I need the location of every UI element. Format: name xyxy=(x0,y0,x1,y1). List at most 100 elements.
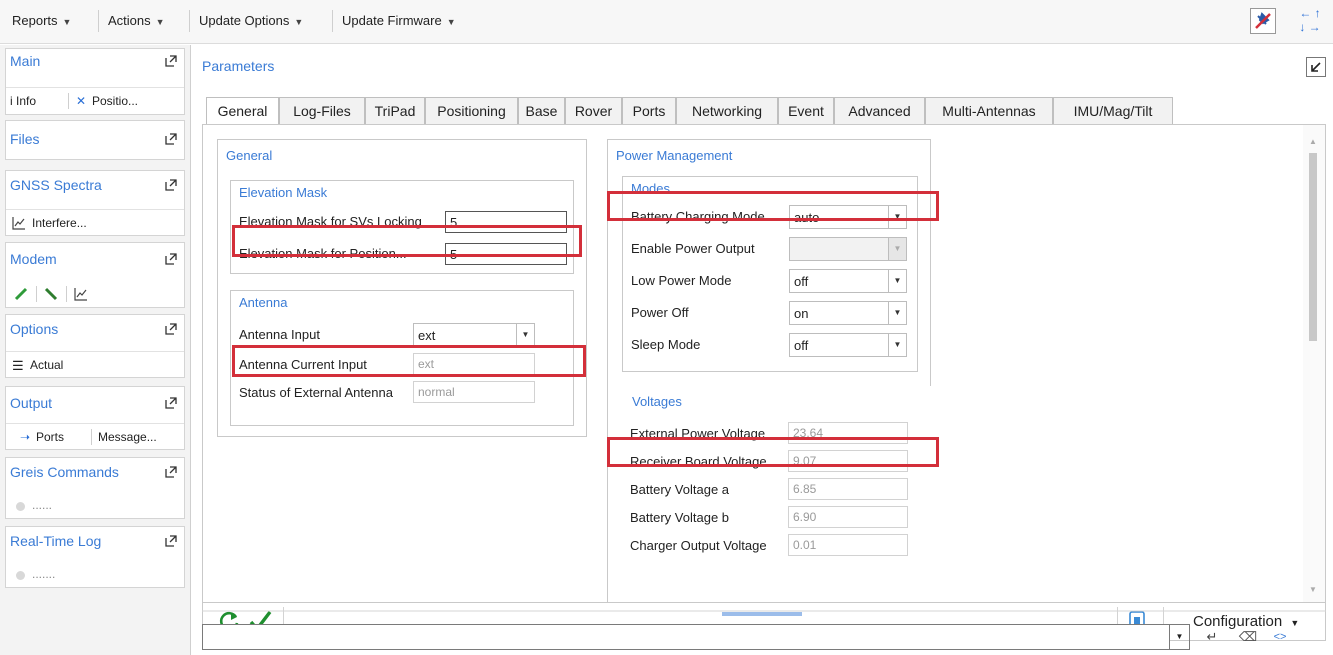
popout-icon[interactable] xyxy=(164,132,178,146)
popout-icon[interactable] xyxy=(164,396,178,410)
popout-icon[interactable] xyxy=(164,54,178,68)
sleep-mode-select[interactable]: off ▼ xyxy=(789,333,907,357)
popout-icon[interactable] xyxy=(164,322,178,336)
separator xyxy=(66,286,67,302)
group-title: General xyxy=(226,148,273,163)
tab-rover[interactable]: Rover xyxy=(565,97,622,125)
scroll-thumb[interactable] xyxy=(1309,153,1317,341)
sidebar-item-log[interactable]: ....... xyxy=(32,567,55,581)
popout-icon[interactable] xyxy=(164,252,178,266)
low-power-mode-select[interactable]: off ▼ xyxy=(789,269,907,293)
unpin-button[interactable] xyxy=(1250,8,1276,34)
chevron-down-icon: ▼ xyxy=(888,238,906,260)
sidebar-section-title[interactable]: Output xyxy=(10,395,52,411)
tab-positioning[interactable]: Positioning xyxy=(425,97,518,125)
sidebar-row xyxy=(6,281,184,307)
sidebar-item-ports[interactable]: Ports xyxy=(36,430,64,444)
sidebar-section-gnss-spectra: GNSS Spectra Interfere... xyxy=(5,170,185,236)
tab-multi-antennas[interactable]: Multi-Antennas xyxy=(925,97,1053,125)
sidebar-section-title[interactable]: Options xyxy=(10,321,58,337)
panel-splitter[interactable] xyxy=(202,610,1326,616)
chart-icon[interactable] xyxy=(74,287,88,301)
popout-icon[interactable] xyxy=(164,465,178,479)
link-green-icon[interactable] xyxy=(14,287,28,301)
dropdown-arrow-icon: ▼ xyxy=(155,17,165,27)
chevron-down-icon: ▼ xyxy=(888,334,906,356)
tab-log-files[interactable]: Log-Files xyxy=(279,97,365,125)
sidebar-section-title[interactable]: Modem xyxy=(10,251,57,267)
dot-icon xyxy=(16,502,25,511)
select-value: ext xyxy=(418,328,436,343)
field-label: Charger Output Voltage xyxy=(630,538,767,553)
sidebar-section-title[interactable]: Main xyxy=(10,53,40,69)
code-icon[interactable]: <> xyxy=(1270,627,1290,647)
sidebar-section-title[interactable]: Files xyxy=(10,131,40,147)
command-input[interactable] xyxy=(202,624,1170,650)
chart-icon xyxy=(12,217,25,230)
menu-update-firmware[interactable]: Update Firmware ▼ xyxy=(342,13,456,31)
dropdown-arrow-icon: ▼ xyxy=(294,17,304,27)
highlight-elevation-mask xyxy=(232,225,582,257)
sidebar-section-title[interactable]: GNSS Spectra xyxy=(10,177,102,193)
enter-icon[interactable]: ↵ xyxy=(1202,627,1222,647)
collapse-button[interactable] xyxy=(1306,57,1326,77)
sidebar-row: i Info ✕ Positio... xyxy=(6,87,184,113)
sidebar-section-output: Output ➝ Ports Message... xyxy=(5,386,185,450)
menu-separator xyxy=(98,10,99,32)
group-title: Power Management xyxy=(616,148,733,163)
layout-arrows-button[interactable]: ← ↑ ↓ → xyxy=(1292,6,1328,38)
sidebar-item-greis[interactable]: ...... xyxy=(32,498,52,512)
sidebar-item-interference[interactable]: Interfere... xyxy=(32,216,87,230)
power-off-select[interactable]: on ▼ xyxy=(789,301,907,325)
antenna-input-select[interactable]: ext ▼ xyxy=(413,323,535,347)
menu-update-options[interactable]: Update Options ▼ xyxy=(199,13,303,31)
field-label: Low Power Mode xyxy=(631,273,732,288)
sidebar-section-title[interactable]: Greis Commands xyxy=(10,464,119,480)
tab-imu-mag-tilt[interactable]: IMU/Mag/Tilt xyxy=(1053,97,1173,125)
enable-power-output-select[interactable]: ▼ xyxy=(789,237,907,261)
dropdown-arrow-icon: ▼ xyxy=(446,17,456,27)
sidebar-row: ➝ Ports Message... xyxy=(6,423,184,449)
tab-tripad[interactable]: TriPad xyxy=(365,97,425,125)
vertical-scrollbar[interactable]: ▲ ▼ xyxy=(1303,125,1325,602)
menu-label: Update Options xyxy=(199,13,290,28)
tab-advanced[interactable]: Advanced xyxy=(834,97,925,125)
command-history-dropdown[interactable]: ▼ xyxy=(1170,624,1190,650)
sidebar-section-files: Files xyxy=(5,120,185,160)
tab-content: General Elevation Mask Elevation Mask fo… xyxy=(202,124,1326,603)
eraser-icon[interactable]: ⌫ xyxy=(1238,627,1258,647)
select-value: on xyxy=(794,306,809,321)
menu-separator xyxy=(189,10,190,32)
field-label: Enable Power Output xyxy=(631,241,755,256)
command-line: ▼ ↵ ⌫ <> xyxy=(202,624,1326,650)
menu-label: Update Firmware xyxy=(342,13,442,28)
unpin-icon xyxy=(1255,12,1271,29)
scroll-down-icon[interactable]: ▼ xyxy=(1309,585,1317,594)
sidebar-item-info[interactable]: i Info xyxy=(10,94,36,108)
link-green-dark-icon[interactable] xyxy=(44,287,58,301)
scroll-up-icon[interactable]: ▲ xyxy=(1309,137,1317,146)
page-title: Parameters xyxy=(202,58,275,74)
tab-general[interactable]: General xyxy=(206,97,279,126)
tab-ports[interactable]: Ports xyxy=(622,97,676,125)
tab-event[interactable]: Event xyxy=(778,97,834,125)
field-label: Antenna Input xyxy=(239,327,320,342)
sidebar-section-real-time-log: Real-Time Log ....... xyxy=(5,526,185,588)
tab-networking[interactable]: Networking xyxy=(676,97,778,125)
menu-actions[interactable]: Actions ▼ xyxy=(108,13,165,31)
sidebar-item-actual[interactable]: Actual xyxy=(30,358,63,372)
chevron-down-icon: ▼ xyxy=(516,324,534,346)
group-title: Elevation Mask xyxy=(239,185,328,200)
sidebar-section-title[interactable]: Real-Time Log xyxy=(10,533,101,549)
sidebar-item-positioning[interactable]: Positio... xyxy=(92,94,138,108)
arrow-up-icon: ↑ xyxy=(1314,6,1321,20)
popout-icon[interactable] xyxy=(164,534,178,548)
list-icon: ☰ xyxy=(12,358,24,373)
sidebar-item-messages[interactable]: Message... xyxy=(98,430,157,444)
menu-reports[interactable]: Reports ▼ xyxy=(12,13,71,31)
tab-base[interactable]: Base xyxy=(518,97,565,125)
popout-icon[interactable] xyxy=(164,178,178,192)
arrow-right-icon: → xyxy=(1308,20,1321,34)
main-panel: Parameters General Log-Files TriPad Posi… xyxy=(202,52,1333,655)
chevron-down-icon: ▼ xyxy=(888,270,906,292)
